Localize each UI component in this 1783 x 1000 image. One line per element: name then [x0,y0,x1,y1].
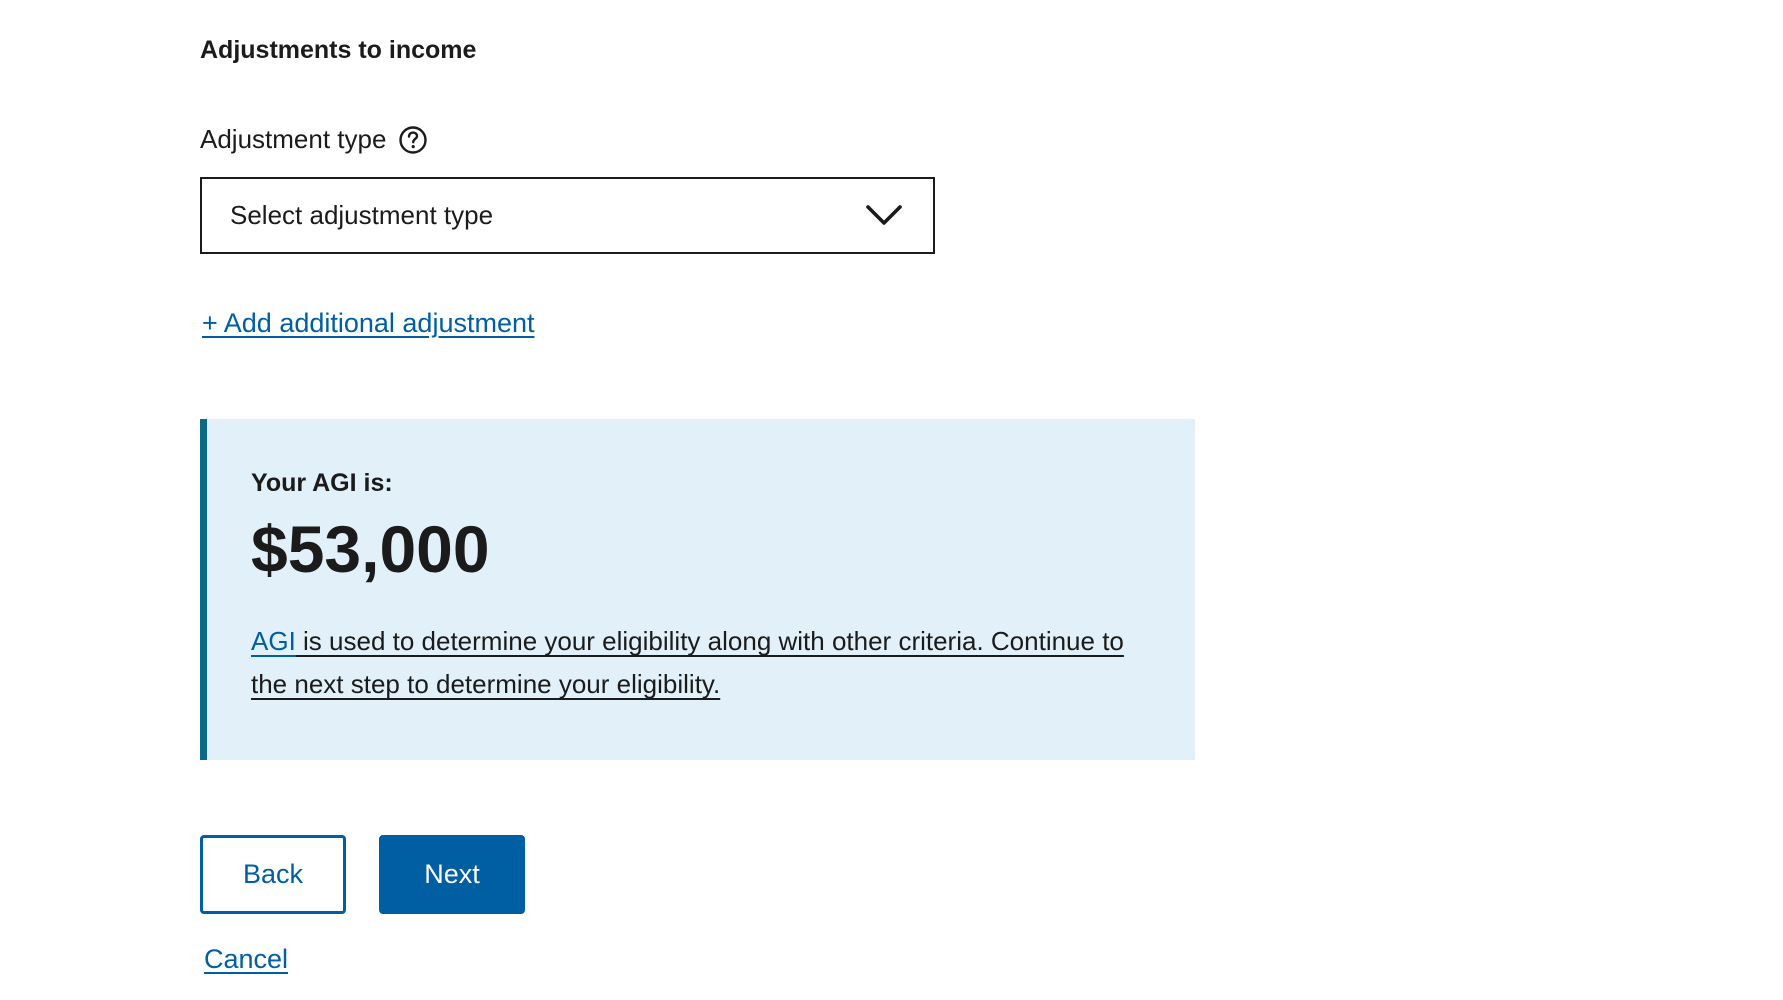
agi-value: $53,000 [251,512,490,586]
agi-definition-link[interactable]: AGI [251,626,296,656]
adjustment-type-label-row: Adjustment type [200,124,428,155]
add-additional-adjustment-link[interactable]: + Add additional adjustment [202,308,535,339]
next-button[interactable]: Next [379,835,525,914]
section-title: Adjustments to income [200,36,477,64]
cancel-link[interactable]: Cancel [204,944,288,975]
question-circle-icon[interactable] [398,125,428,155]
adjustment-type-selected-value: Select adjustment type [230,200,494,230]
adjustment-type-select[interactable]: Select adjustment type [200,177,935,254]
agi-note: AGI is used to determine your eligibilit… [251,620,1151,706]
agi-note-text: is used to determine your eligibility al… [251,626,1124,699]
chevron-down-icon [865,204,903,228]
back-button[interactable]: Back [200,835,346,914]
agi-label: Your AGI is: [251,469,393,497]
agi-summary-box: Your AGI is: $53,000 AGI is used to dete… [200,419,1195,760]
adjustment-type-label: Adjustment type [200,124,387,154]
